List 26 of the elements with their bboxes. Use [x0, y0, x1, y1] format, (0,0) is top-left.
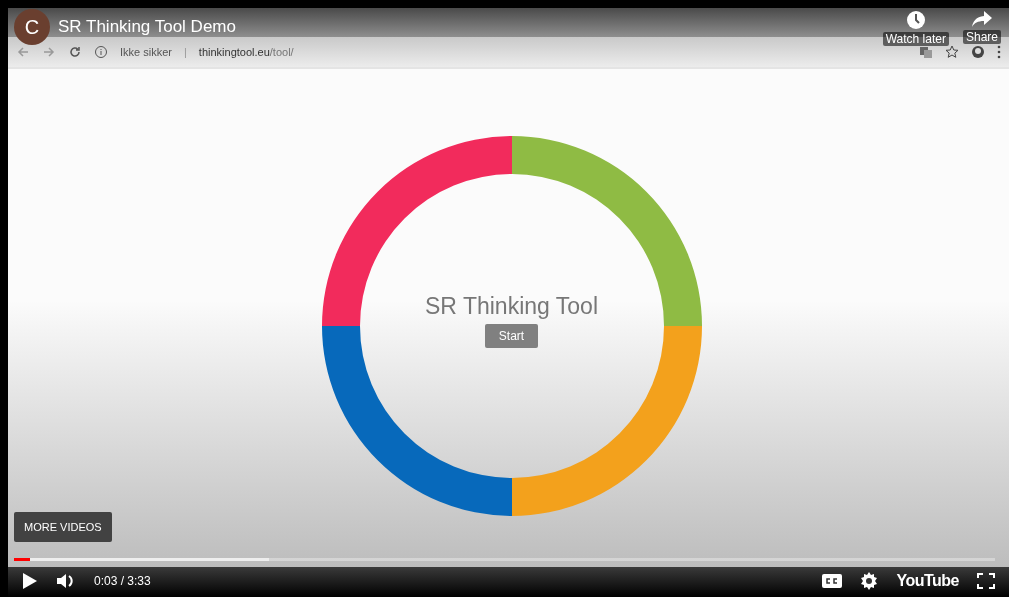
security-label: Ikke sikker [120, 46, 172, 58]
share-button[interactable]: Share [962, 10, 1001, 46]
separator: | [183, 46, 187, 58]
youtube-logo[interactable]: YouTube [896, 572, 959, 590]
info-icon[interactable] [94, 45, 108, 59]
action-label: Share [962, 30, 1001, 44]
profile-icon[interactable] [971, 45, 985, 59]
volume-icon[interactable] [56, 572, 76, 590]
share-arrow-icon[interactable] [971, 10, 993, 28]
settings-icon[interactable] [860, 572, 879, 590]
play-icon[interactable] [22, 572, 38, 590]
start-button[interactable]: Start [484, 323, 539, 348]
translate-icon[interactable] [919, 45, 933, 59]
clock-icon[interactable] [905, 10, 926, 30]
app-heading: SR Thinking Tool [425, 292, 598, 320]
reload-icon[interactable] [68, 45, 82, 59]
captions-icon[interactable] [822, 574, 843, 588]
action-label: Watch later [882, 32, 949, 46]
menu-icon[interactable] [997, 45, 1001, 59]
url-text[interactable]: thinkingtool.eu/tool/ [198, 46, 294, 58]
time-display: 0:03 / 3:33 [94, 574, 151, 588]
star-icon[interactable] [945, 45, 959, 59]
fullscreen-icon[interactable] [977, 573, 995, 589]
video-title[interactable]: SR Thinking Tool Demo [58, 17, 236, 37]
more-videos-button[interactable]: MORE VIDEOS [14, 512, 112, 542]
watch-later-button[interactable]: Watch later [882, 10, 949, 46]
